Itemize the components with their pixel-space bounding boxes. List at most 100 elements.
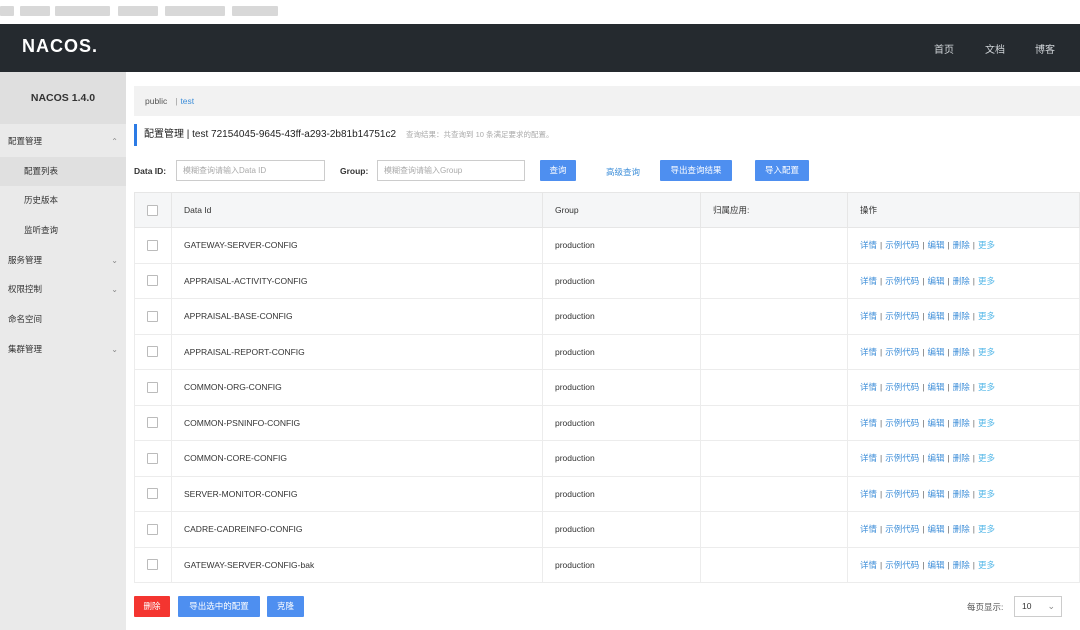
more-link[interactable]: 更多: [978, 524, 995, 534]
edit-link[interactable]: 编辑: [927, 382, 944, 392]
delete-link[interactable]: 删除: [953, 524, 970, 534]
cell-dataid: SERVER-MONITOR-CONFIG: [171, 475, 543, 512]
more-link[interactable]: 更多: [978, 453, 995, 463]
edit-link[interactable]: 编辑: [927, 453, 944, 463]
cell-ops: 详情 | 示例代码 | 编辑 | 删除 | 更多: [847, 440, 1080, 477]
nav-home-link[interactable]: 首页: [934, 41, 954, 56]
sidebar-item-access-control[interactable]: 权限控制 ⌄: [0, 275, 126, 305]
sample-code-link[interactable]: 示例代码: [885, 311, 919, 321]
col-header-dataid[interactable]: Data Id: [171, 192, 543, 228]
row-checkbox[interactable]: [147, 381, 158, 393]
delete-link[interactable]: 删除: [953, 276, 970, 286]
page-size-select[interactable]: 10 ⌄: [1014, 596, 1062, 617]
namespace-test-link[interactable]: test: [180, 96, 194, 106]
sidebar-item-service-management[interactable]: 服务管理 ⌄: [0, 246, 126, 276]
clone-button[interactable]: 克隆: [267, 596, 304, 617]
cell-group: production: [542, 511, 701, 548]
op-separator: |: [947, 275, 950, 286]
edit-link[interactable]: 编辑: [927, 489, 944, 499]
export-selected-button[interactable]: 导出选中的配置: [178, 596, 260, 617]
row-checkbox[interactable]: [147, 559, 158, 571]
more-link[interactable]: 更多: [978, 489, 995, 499]
sidebar-item-history[interactable]: 历史版本: [0, 186, 126, 216]
delete-selected-button[interactable]: 删除: [134, 596, 170, 617]
col-header-app[interactable]: 归属应用:: [700, 192, 848, 228]
detail-link[interactable]: 详情: [860, 311, 877, 321]
detail-link[interactable]: 详情: [860, 382, 877, 392]
sample-code-link[interactable]: 示例代码: [885, 489, 919, 499]
detail-link[interactable]: 详情: [860, 347, 877, 357]
row-checkbox[interactable]: [147, 523, 158, 535]
row-checkbox[interactable]: [147, 346, 158, 358]
sample-code-link[interactable]: 示例代码: [885, 560, 919, 570]
nav-docs-link[interactable]: 文档: [985, 41, 1005, 56]
detail-link[interactable]: 详情: [860, 453, 877, 463]
edit-link[interactable]: 编辑: [927, 311, 944, 321]
edit-link[interactable]: 编辑: [927, 560, 944, 570]
detail-link[interactable]: 详情: [860, 560, 877, 570]
nacos-logo[interactable]: NACOS.: [22, 36, 98, 57]
row-checkbox[interactable]: [147, 275, 158, 287]
namespace-public-link[interactable]: public: [145, 96, 167, 106]
sidebar-item-cluster-management[interactable]: 集群管理 ⌄: [0, 335, 126, 365]
sample-code-link[interactable]: 示例代码: [885, 347, 919, 357]
delete-link[interactable]: 删除: [953, 489, 970, 499]
sample-code-link[interactable]: 示例代码: [885, 453, 919, 463]
op-separator: |: [947, 524, 950, 535]
sidebar-item-namespace[interactable]: 命名空间: [0, 305, 126, 335]
nav-blog-link[interactable]: 博客: [1035, 41, 1055, 56]
detail-link[interactable]: 详情: [860, 418, 877, 428]
top-header: NACOS. 首页 文档 博客: [0, 24, 1080, 72]
edit-link[interactable]: 编辑: [927, 524, 944, 534]
group-search-input[interactable]: [377, 160, 525, 181]
advanced-query-link[interactable]: 高级查询: [606, 166, 640, 178]
more-link[interactable]: 更多: [978, 240, 995, 250]
row-checkbox[interactable]: [147, 310, 158, 322]
op-separator: |: [880, 559, 883, 570]
detail-link[interactable]: 详情: [860, 524, 877, 534]
more-link[interactable]: 更多: [978, 311, 995, 321]
sample-code-link[interactable]: 示例代码: [885, 524, 919, 534]
import-config-button[interactable]: 导入配置: [755, 160, 809, 181]
export-query-results-button[interactable]: 导出查询结果: [660, 160, 732, 181]
namespace-separator: |: [175, 96, 178, 106]
more-link[interactable]: 更多: [978, 276, 995, 286]
delete-link[interactable]: 删除: [953, 240, 970, 250]
delete-link[interactable]: 删除: [953, 311, 970, 321]
edit-link[interactable]: 编辑: [927, 418, 944, 428]
query-button[interactable]: 查询: [540, 160, 576, 181]
row-checkbox[interactable]: [147, 452, 158, 464]
more-link[interactable]: 更多: [978, 347, 995, 357]
sample-code-link[interactable]: 示例代码: [885, 276, 919, 286]
col-header-group[interactable]: Group: [542, 192, 701, 228]
dataid-search-input[interactable]: [176, 160, 325, 181]
more-link[interactable]: 更多: [978, 560, 995, 570]
cell-ops: 详情 | 示例代码 | 编辑 | 删除 | 更多: [847, 262, 1080, 299]
delete-link[interactable]: 删除: [953, 560, 970, 570]
sidebar-item-config-management[interactable]: 配置管理 ⌃: [0, 127, 126, 157]
edit-link[interactable]: 编辑: [927, 347, 944, 357]
more-link[interactable]: 更多: [978, 382, 995, 392]
delete-link[interactable]: 删除: [953, 382, 970, 392]
row-checkbox[interactable]: [147, 417, 158, 429]
sidebar-item-listener-query[interactable]: 监听查询: [0, 216, 126, 246]
select-all-checkbox[interactable]: [147, 204, 158, 216]
blurred-text: [232, 6, 278, 16]
delete-link[interactable]: 删除: [953, 418, 970, 428]
edit-link[interactable]: 编辑: [927, 240, 944, 250]
sample-code-link[interactable]: 示例代码: [885, 382, 919, 392]
detail-link[interactable]: 详情: [860, 240, 877, 250]
table-row: COMMON-CORE-CONFIG production 详情 | 示例代码 | 编辑 | 删…: [134, 440, 1080, 477]
row-checkbox[interactable]: [147, 488, 158, 500]
op-separator: |: [972, 488, 975, 499]
detail-link[interactable]: 详情: [860, 276, 877, 286]
detail-link[interactable]: 详情: [860, 489, 877, 499]
delete-link[interactable]: 删除: [953, 453, 970, 463]
row-checkbox[interactable]: [147, 239, 158, 251]
sample-code-link[interactable]: 示例代码: [885, 418, 919, 428]
sample-code-link[interactable]: 示例代码: [885, 240, 919, 250]
sidebar-item-config-list[interactable]: 配置列表: [0, 156, 126, 187]
more-link[interactable]: 更多: [978, 418, 995, 428]
delete-link[interactable]: 删除: [953, 347, 970, 357]
edit-link[interactable]: 编辑: [927, 276, 944, 286]
